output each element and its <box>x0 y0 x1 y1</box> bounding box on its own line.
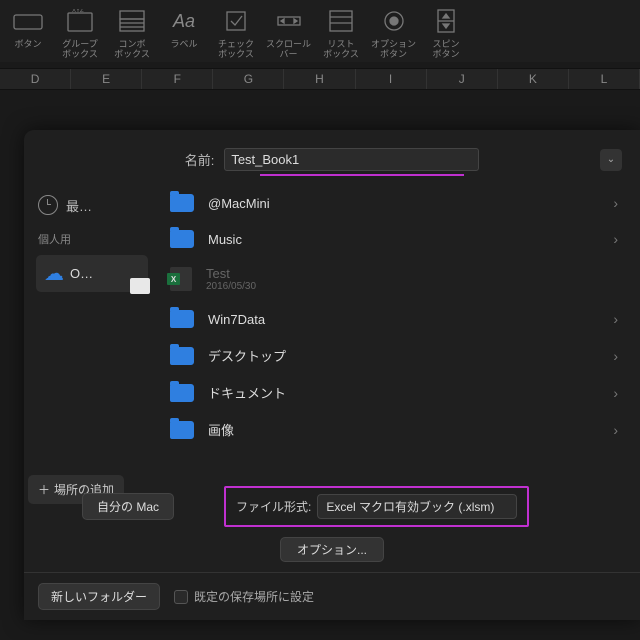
ribbon-label: コンボボックス <box>114 40 150 60</box>
col-header[interactable]: I <box>356 69 427 89</box>
col-header[interactable]: H <box>284 69 355 89</box>
col-header[interactable]: K <box>498 69 569 89</box>
expand-button[interactable]: ⌄ <box>600 149 622 171</box>
filename-label: 名前: <box>185 150 215 169</box>
dialog-bottom-bar: 新しいフォルダー 既定の保存場所に設定 <box>24 572 640 620</box>
excel-file-icon: X <box>170 267 192 291</box>
file-name: Music <box>208 232 242 247</box>
file-name: 画像 <box>208 420 234 439</box>
col-header[interactable]: J <box>427 69 498 89</box>
radio-icon <box>376 6 412 36</box>
save-dialog: 名前: ⌄ 最… 個人用 ☁ O… @MacMini › <box>24 130 640 620</box>
sidebar-onedrive[interactable]: ☁ O… <box>36 255 148 292</box>
ribbon-scrollbar[interactable]: スクロールバー <box>266 6 311 60</box>
checkbox-icon <box>218 6 254 36</box>
checkbox-icon[interactable] <box>174 590 188 604</box>
sidebar-item-label: 最… <box>66 196 92 215</box>
col-header[interactable]: E <box>71 69 142 89</box>
default-location-row[interactable]: 既定の保存場所に設定 <box>174 588 314 605</box>
column-headers: D E F G H I J K L <box>0 68 640 90</box>
col-header[interactable]: F <box>142 69 213 89</box>
file-name: Test <box>206 266 256 281</box>
file-date: 2016/05/30 <box>206 281 256 292</box>
ribbon-spinbutton[interactable]: スピンボタン <box>424 6 468 60</box>
groupbox-icon: XYZ <box>62 6 98 36</box>
new-folder-button[interactable]: 新しいフォルダー <box>38 583 160 610</box>
sidebar: 最… 個人用 ☁ O… <box>24 181 152 471</box>
my-mac-button[interactable]: 自分の Mac <box>82 493 174 520</box>
chevron-right-icon: › <box>613 422 618 438</box>
col-header[interactable]: L <box>569 69 640 89</box>
button-icon <box>10 6 46 36</box>
ribbon-button[interactable]: ボタン <box>6 6 50 60</box>
file-name: ドキュメント <box>208 383 286 402</box>
folder-icon <box>170 194 194 212</box>
file-format-label: ファイル形式: <box>236 498 311 515</box>
ribbon-toolbar: ボタン XYZ グループボックス コンボボックス Aa ラベル チェックボックス… <box>0 0 640 62</box>
folder-icon <box>170 310 194 328</box>
highlight-underline <box>260 174 464 176</box>
file-browser: 最… 個人用 ☁ O… @MacMini › Music › X <box>24 181 640 471</box>
ribbon-label: ボタン <box>14 40 41 50</box>
file-name: Win7Data <box>208 312 265 327</box>
list-item[interactable]: X Test 2016/05/30 <box>152 257 640 301</box>
ribbon-listbox[interactable]: リストボックス <box>319 6 363 60</box>
sidebar-section-personal: 個人用 <box>32 219 152 253</box>
filename-input[interactable] <box>224 148 479 171</box>
chevron-down-icon: ⌄ <box>607 154 615 165</box>
ribbon-label: リストボックス <box>323 40 359 60</box>
ribbon-combobox[interactable]: コンボボックス <box>110 6 154 60</box>
chevron-right-icon: › <box>613 311 618 327</box>
list-item[interactable]: Music › <box>152 221 640 257</box>
chevron-right-icon: › <box>613 231 618 247</box>
ribbon-label: グループボックス <box>62 40 98 60</box>
col-header[interactable]: G <box>213 69 284 89</box>
list-item[interactable]: Win7Data › <box>152 301 640 337</box>
list-item[interactable]: @MacMini › <box>152 185 640 221</box>
col-header[interactable]: D <box>0 69 71 89</box>
ribbon-optionbutton[interactable]: オプションボタン <box>371 6 416 60</box>
file-name: デスクトップ <box>208 346 286 365</box>
file-format-group: ファイル形式: Excel マクロ有効ブック (.xlsm) <box>224 486 529 527</box>
options-button[interactable]: オプション... <box>280 537 384 562</box>
folder-icon <box>170 384 194 402</box>
list-item[interactable]: 画像 › <box>152 411 640 448</box>
chevron-right-icon: › <box>613 348 618 364</box>
dialog-footer: 自分の Mac ファイル形式: Excel マクロ有効ブック (.xlsm) オ… <box>24 476 640 572</box>
ribbon-groupbox[interactable]: XYZ グループボックス <box>58 6 102 60</box>
folder-icon <box>170 230 194 248</box>
listbox-icon <box>323 6 359 36</box>
spin-icon <box>428 6 464 36</box>
ribbon-label: ラベル <box>170 40 197 50</box>
cloud-icon: ☁ <box>44 261 64 286</box>
svg-text:XYZ: XYZ <box>72 9 84 14</box>
ribbon-label: スクロールバー <box>266 40 311 60</box>
sidebar-recent[interactable]: 最… <box>32 191 152 219</box>
list-item[interactable]: デスクトップ › <box>152 337 640 374</box>
file-name: @MacMini <box>208 196 270 211</box>
list-item[interactable]: ドキュメント › <box>152 374 640 411</box>
onedrive-thumb <box>130 278 150 294</box>
chevron-right-icon: › <box>613 385 618 401</box>
clock-icon <box>38 195 58 215</box>
default-location-label: 既定の保存場所に設定 <box>194 588 314 605</box>
label-icon: Aa <box>166 6 202 36</box>
ribbon-checkbox[interactable]: チェックボックス <box>214 6 258 60</box>
file-list: @MacMini › Music › X Test 2016/05/30 Win… <box>152 181 640 471</box>
sidebar-item-label: O… <box>70 266 93 281</box>
combobox-icon <box>114 6 150 36</box>
ribbon-label: オプションボタン <box>371 40 416 60</box>
ribbon-label: スピンボタン <box>433 40 460 60</box>
folder-icon <box>170 347 194 365</box>
folder-icon <box>170 421 194 439</box>
ribbon-label-ctrl[interactable]: Aa ラベル <box>162 6 206 60</box>
scrollbar-icon <box>271 6 307 36</box>
chevron-right-icon: › <box>613 195 618 211</box>
filename-row: 名前: ⌄ <box>24 130 640 181</box>
ribbon-label: チェックボックス <box>218 40 254 60</box>
file-format-select[interactable]: Excel マクロ有効ブック (.xlsm) <box>317 494 517 519</box>
